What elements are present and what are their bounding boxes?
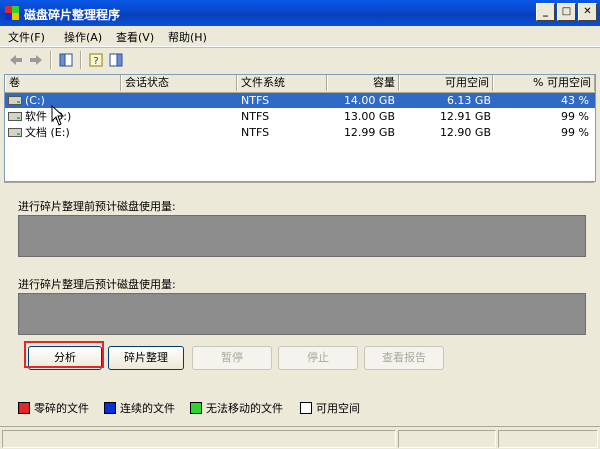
view-report-button[interactable]: 查看报告 bbox=[364, 346, 444, 370]
menu-help[interactable]: 帮助(H) bbox=[168, 29, 207, 45]
red-swatch-icon bbox=[18, 402, 30, 414]
analysis-panel: 进行碎片整理前预计磁盘使用量: 进行碎片整理后预计磁盘使用量: 分析 碎片整理 … bbox=[4, 182, 594, 425]
volume-list: 卷 会话状态 文件系统 容量 可用空间 % 可用空间 (C:) NTFS 14.… bbox=[4, 74, 596, 182]
volume-capacity: 12.99 GB bbox=[343, 126, 395, 139]
drive-icon bbox=[8, 112, 22, 121]
legend-label: 零碎的文件 bbox=[34, 402, 89, 415]
column-header-volume[interactable]: 卷 bbox=[5, 75, 121, 91]
svg-text:?: ? bbox=[93, 56, 98, 67]
minimize-button[interactable]: _ bbox=[536, 3, 555, 21]
blue-swatch-icon bbox=[104, 402, 116, 414]
status-segment bbox=[398, 430, 496, 448]
column-header-file-system[interactable]: 文件系统 bbox=[237, 75, 327, 91]
menu-view[interactable]: 查看(V) bbox=[116, 29, 154, 45]
legend-label: 连续的文件 bbox=[120, 402, 175, 415]
legend-contiguous: 连续的文件 bbox=[104, 400, 175, 416]
volume-file-system: NTFS bbox=[241, 94, 270, 107]
before-defrag-usage-bar bbox=[18, 215, 586, 257]
title-bar: 磁盘碎片整理程序 _ □ ✕ bbox=[0, 0, 600, 26]
volume-row-d[interactable]: 软件 (D:) NTFS 13.00 GB 12.91 GB 99 % bbox=[5, 109, 595, 124]
volume-capacity: 14.00 GB bbox=[343, 94, 395, 107]
status-segment bbox=[498, 430, 598, 448]
column-header-capacity[interactable]: 容量 bbox=[327, 75, 399, 91]
volume-file-system: NTFS bbox=[241, 110, 270, 123]
volume-free-space: 12.91 GB bbox=[439, 110, 491, 123]
volume-row-c[interactable]: (C:) NTFS 14.00 GB 6.13 GB 43 % bbox=[5, 93, 595, 108]
column-header-free-space[interactable]: 可用空间 bbox=[399, 75, 493, 91]
stop-button[interactable]: 停止 bbox=[278, 346, 358, 370]
after-defrag-usage-bar bbox=[18, 293, 586, 335]
window-controls: _ □ ✕ bbox=[536, 3, 597, 21]
volume-name: (C:) bbox=[25, 94, 45, 107]
before-defrag-label: 进行碎片整理前预计磁盘使用量: bbox=[18, 200, 176, 213]
pause-button[interactable]: 暂停 bbox=[192, 346, 272, 370]
toolbar-separator bbox=[50, 51, 52, 69]
close-button[interactable]: ✕ bbox=[578, 3, 597, 21]
volume-file-system: NTFS bbox=[241, 126, 270, 139]
volume-percent-free: 43 % bbox=[561, 94, 589, 107]
maximize-button[interactable]: □ bbox=[557, 3, 576, 21]
toolbar-separator bbox=[80, 51, 82, 69]
properties-icon[interactable] bbox=[58, 52, 74, 68]
volume-name: 文档 (E:) bbox=[25, 126, 70, 139]
toolbar: ? bbox=[0, 47, 600, 72]
green-swatch-icon bbox=[190, 402, 202, 414]
volume-percent-free: 99 % bbox=[561, 110, 589, 123]
white-swatch-icon bbox=[300, 402, 312, 414]
volume-row-e[interactable]: 文档 (E:) NTFS 12.99 GB 12.90 GB 99 % bbox=[5, 125, 595, 140]
volume-free-space: 12.90 GB bbox=[439, 126, 491, 139]
forward-arrow-icon[interactable] bbox=[28, 52, 44, 68]
menu-action[interactable]: 操作(A) bbox=[64, 29, 102, 45]
volume-list-header: 卷 会话状态 文件系统 容量 可用空间 % 可用空间 bbox=[5, 75, 595, 93]
mouse-cursor-icon bbox=[51, 105, 65, 126]
volume-free-space: 6.13 GB bbox=[446, 94, 491, 107]
legend-fragmented: 零碎的文件 bbox=[18, 400, 89, 416]
legend-unmovable: 无法移动的文件 bbox=[190, 400, 283, 416]
defrag-app-icon bbox=[5, 6, 19, 20]
defragment-button[interactable]: 碎片整理 bbox=[108, 346, 184, 370]
menu-file[interactable]: 文件(F) bbox=[8, 29, 45, 45]
drive-icon bbox=[8, 96, 22, 105]
column-header-percent-free[interactable]: % 可用空间 bbox=[493, 75, 595, 91]
volume-percent-free: 99 % bbox=[561, 126, 589, 139]
analyze-highlight-box bbox=[24, 341, 104, 368]
status-segment bbox=[2, 430, 396, 448]
console-icon[interactable] bbox=[108, 52, 124, 68]
drive-icon bbox=[8, 128, 22, 137]
help-icon[interactable]: ? bbox=[88, 52, 104, 68]
menu-bar: 文件(F) 操作(A) 查看(V) 帮助(H) bbox=[0, 26, 600, 47]
legend-free-space: 可用空间 bbox=[300, 400, 360, 416]
column-header-session-status[interactable]: 会话状态 bbox=[121, 75, 237, 91]
back-arrow-icon[interactable] bbox=[8, 52, 24, 68]
legend-label: 无法移动的文件 bbox=[206, 402, 283, 415]
after-defrag-label: 进行碎片整理后预计磁盘使用量: bbox=[18, 278, 176, 291]
window-title: 磁盘碎片整理程序 bbox=[24, 8, 121, 22]
status-bar bbox=[0, 426, 600, 449]
legend-label: 可用空间 bbox=[316, 402, 360, 415]
volume-capacity: 13.00 GB bbox=[343, 110, 395, 123]
